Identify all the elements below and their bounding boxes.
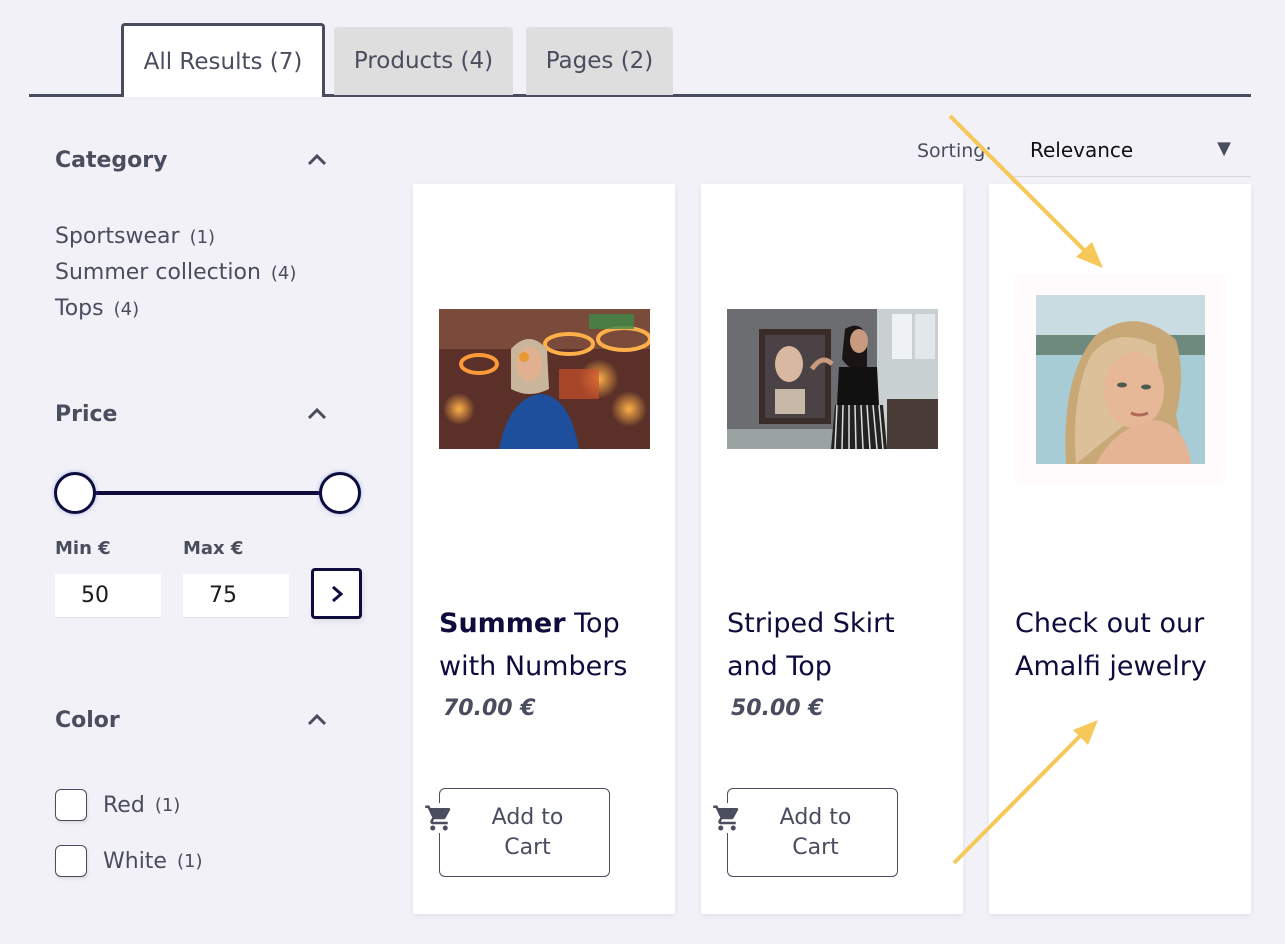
category-item-tops[interactable]: Tops (4) (55, 296, 139, 321)
page-image[interactable] (1015, 274, 1225, 484)
price-collapse-chevron-up-icon[interactable] (305, 406, 329, 422)
tab-label: Pages (2) (545, 48, 654, 74)
color-label: White (103, 848, 167, 874)
category-count: (4) (270, 263, 297, 284)
category-count: (4) (113, 299, 140, 320)
product-title[interactable]: Summer Top with Numbers (439, 602, 654, 688)
category-count: (1) (189, 227, 216, 248)
tab-label: All Results (7) (143, 48, 303, 75)
color-collapse-chevron-up-icon[interactable] (305, 712, 329, 728)
price-slider-max-handle[interactable] (319, 472, 361, 514)
price-facet-title: Price (55, 402, 118, 427)
page-title[interactable]: Check out our Amalfi jewelry (1015, 602, 1230, 688)
tab-pages[interactable]: Pages (2) (526, 27, 673, 95)
category-label: Sportswear (55, 224, 180, 249)
max-price-label: Max € (183, 538, 244, 559)
min-price-input[interactable] (55, 574, 161, 618)
product-price: 50.00 € (731, 696, 824, 721)
apply-price-button[interactable] (311, 568, 362, 619)
product-title[interactable]: Striped Skirt and Top (727, 602, 942, 688)
product-image[interactable] (727, 309, 938, 449)
color-facet-title: Color (55, 708, 120, 733)
price-slider-min-handle[interactable] (54, 472, 96, 514)
add-to-cart-label: Add to Cart (779, 804, 852, 860)
page-result-card[interactable]: Check out our Amalfi jewelry (989, 184, 1251, 914)
tab-products[interactable]: Products (4) (334, 27, 513, 95)
product-image[interactable] (439, 309, 650, 449)
color-count: (1) (154, 794, 181, 816)
product-price: 70.00 € (443, 696, 536, 721)
add-to-cart-label: Add to Cart (491, 804, 564, 860)
tab-label: Products (4) (353, 48, 494, 74)
category-label: Tops (55, 296, 104, 321)
red-checkbox[interactable] (55, 789, 87, 821)
white-checkbox[interactable] (55, 845, 87, 877)
color-option-white[interactable]: White (1) (55, 845, 202, 877)
max-price-input[interactable] (183, 574, 289, 618)
chevron-right-icon (331, 585, 343, 602)
color-label: Red (103, 792, 145, 818)
category-item-summer-collection[interactable]: Summer collection (4) (55, 260, 296, 285)
product-card[interactable]: Striped Skirt and Top 50.00 € Add to Car… (701, 184, 963, 914)
title-highlight: Summer (439, 608, 566, 639)
shopping-cart-icon (712, 803, 742, 833)
category-label: Summer collection (55, 260, 261, 285)
product-card[interactable]: Summer Top with Numbers 70.00 € Add to C… (413, 184, 675, 914)
sorting-select[interactable]: Relevance ▼ (1012, 132, 1251, 177)
title-text: Striped Skirt and Top (727, 608, 895, 682)
price-slider-track[interactable] (74, 491, 342, 495)
tab-all-results[interactable]: All Results (7) (121, 23, 325, 97)
color-count: (1) (176, 850, 203, 872)
shopping-cart-icon (424, 803, 454, 833)
sorting-selected-value: Relevance (1030, 138, 1134, 162)
category-collapse-chevron-up-icon[interactable] (305, 152, 329, 168)
min-price-label: Min € (55, 538, 111, 559)
sorting-label: Sorting: (917, 140, 992, 162)
category-facet-title: Category (55, 148, 168, 173)
dropdown-arrow-icon: ▼ (1217, 138, 1231, 159)
color-option-red[interactable]: Red (1) (55, 789, 180, 821)
add-to-cart-button[interactable]: Add to Cart (424, 788, 610, 877)
add-to-cart-button[interactable]: Add to Cart (712, 788, 898, 877)
category-item-sportswear[interactable]: Sportswear (1) (55, 224, 215, 249)
